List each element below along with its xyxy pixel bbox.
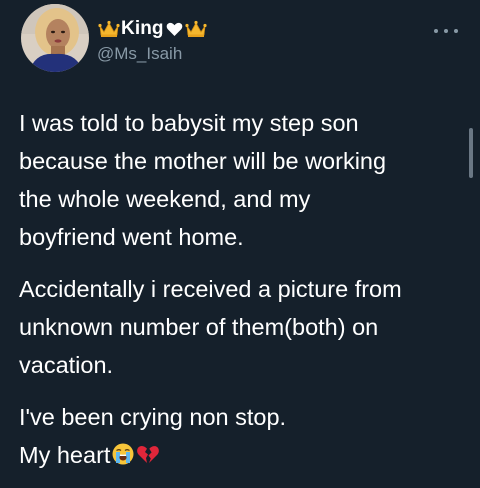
- tweet-paragraph: Accidentally i received a picture from u…: [19, 270, 464, 384]
- loudly-crying-face-icon: [111, 442, 135, 466]
- more-options-icon[interactable]: [434, 26, 458, 36]
- user-handle[interactable]: @Ms_Isaih: [97, 44, 182, 64]
- scrollbar[interactable]: [469, 128, 473, 178]
- avatar[interactable]: [21, 4, 89, 72]
- tweet-line: because the mother will be working: [19, 148, 387, 174]
- crown-icon: [185, 20, 207, 38]
- white-heart-icon: [166, 22, 183, 37]
- tweet-paragraph: I've been crying non stop. My heart: [19, 398, 464, 474]
- more-dot: [444, 29, 448, 33]
- tweet-line: I've been crying non stop.: [19, 404, 287, 430]
- crown-icon: [98, 20, 120, 38]
- tweet-line-last: My heart: [19, 436, 464, 474]
- tweet-line-text: My heart: [19, 442, 111, 468]
- tweet-paragraph: I was told to babysit my step son becaus…: [19, 104, 464, 256]
- tweet-line: unknown number of them(both) on: [19, 314, 379, 340]
- tweet-line: boyfriend went home.: [19, 224, 244, 250]
- tweet-text: I was told to babysit my step son becaus…: [19, 104, 464, 488]
- avatar-photo: [21, 4, 89, 72]
- tweet-line: Accidentally i received a picture from: [19, 276, 402, 302]
- broken-heart-icon: [136, 442, 160, 466]
- more-dot: [434, 29, 438, 33]
- display-name: King: [121, 18, 164, 39]
- more-dot: [454, 29, 458, 33]
- tweet-card: King @Ms_Isaih I was told to babysit my …: [0, 0, 480, 488]
- tweet-line: the whole weekend, and my: [19, 186, 311, 212]
- tweet-line: I was told to babysit my step son: [19, 110, 359, 136]
- tweet-line: vacation.: [19, 352, 114, 378]
- display-name-row[interactable]: King: [98, 17, 208, 41]
